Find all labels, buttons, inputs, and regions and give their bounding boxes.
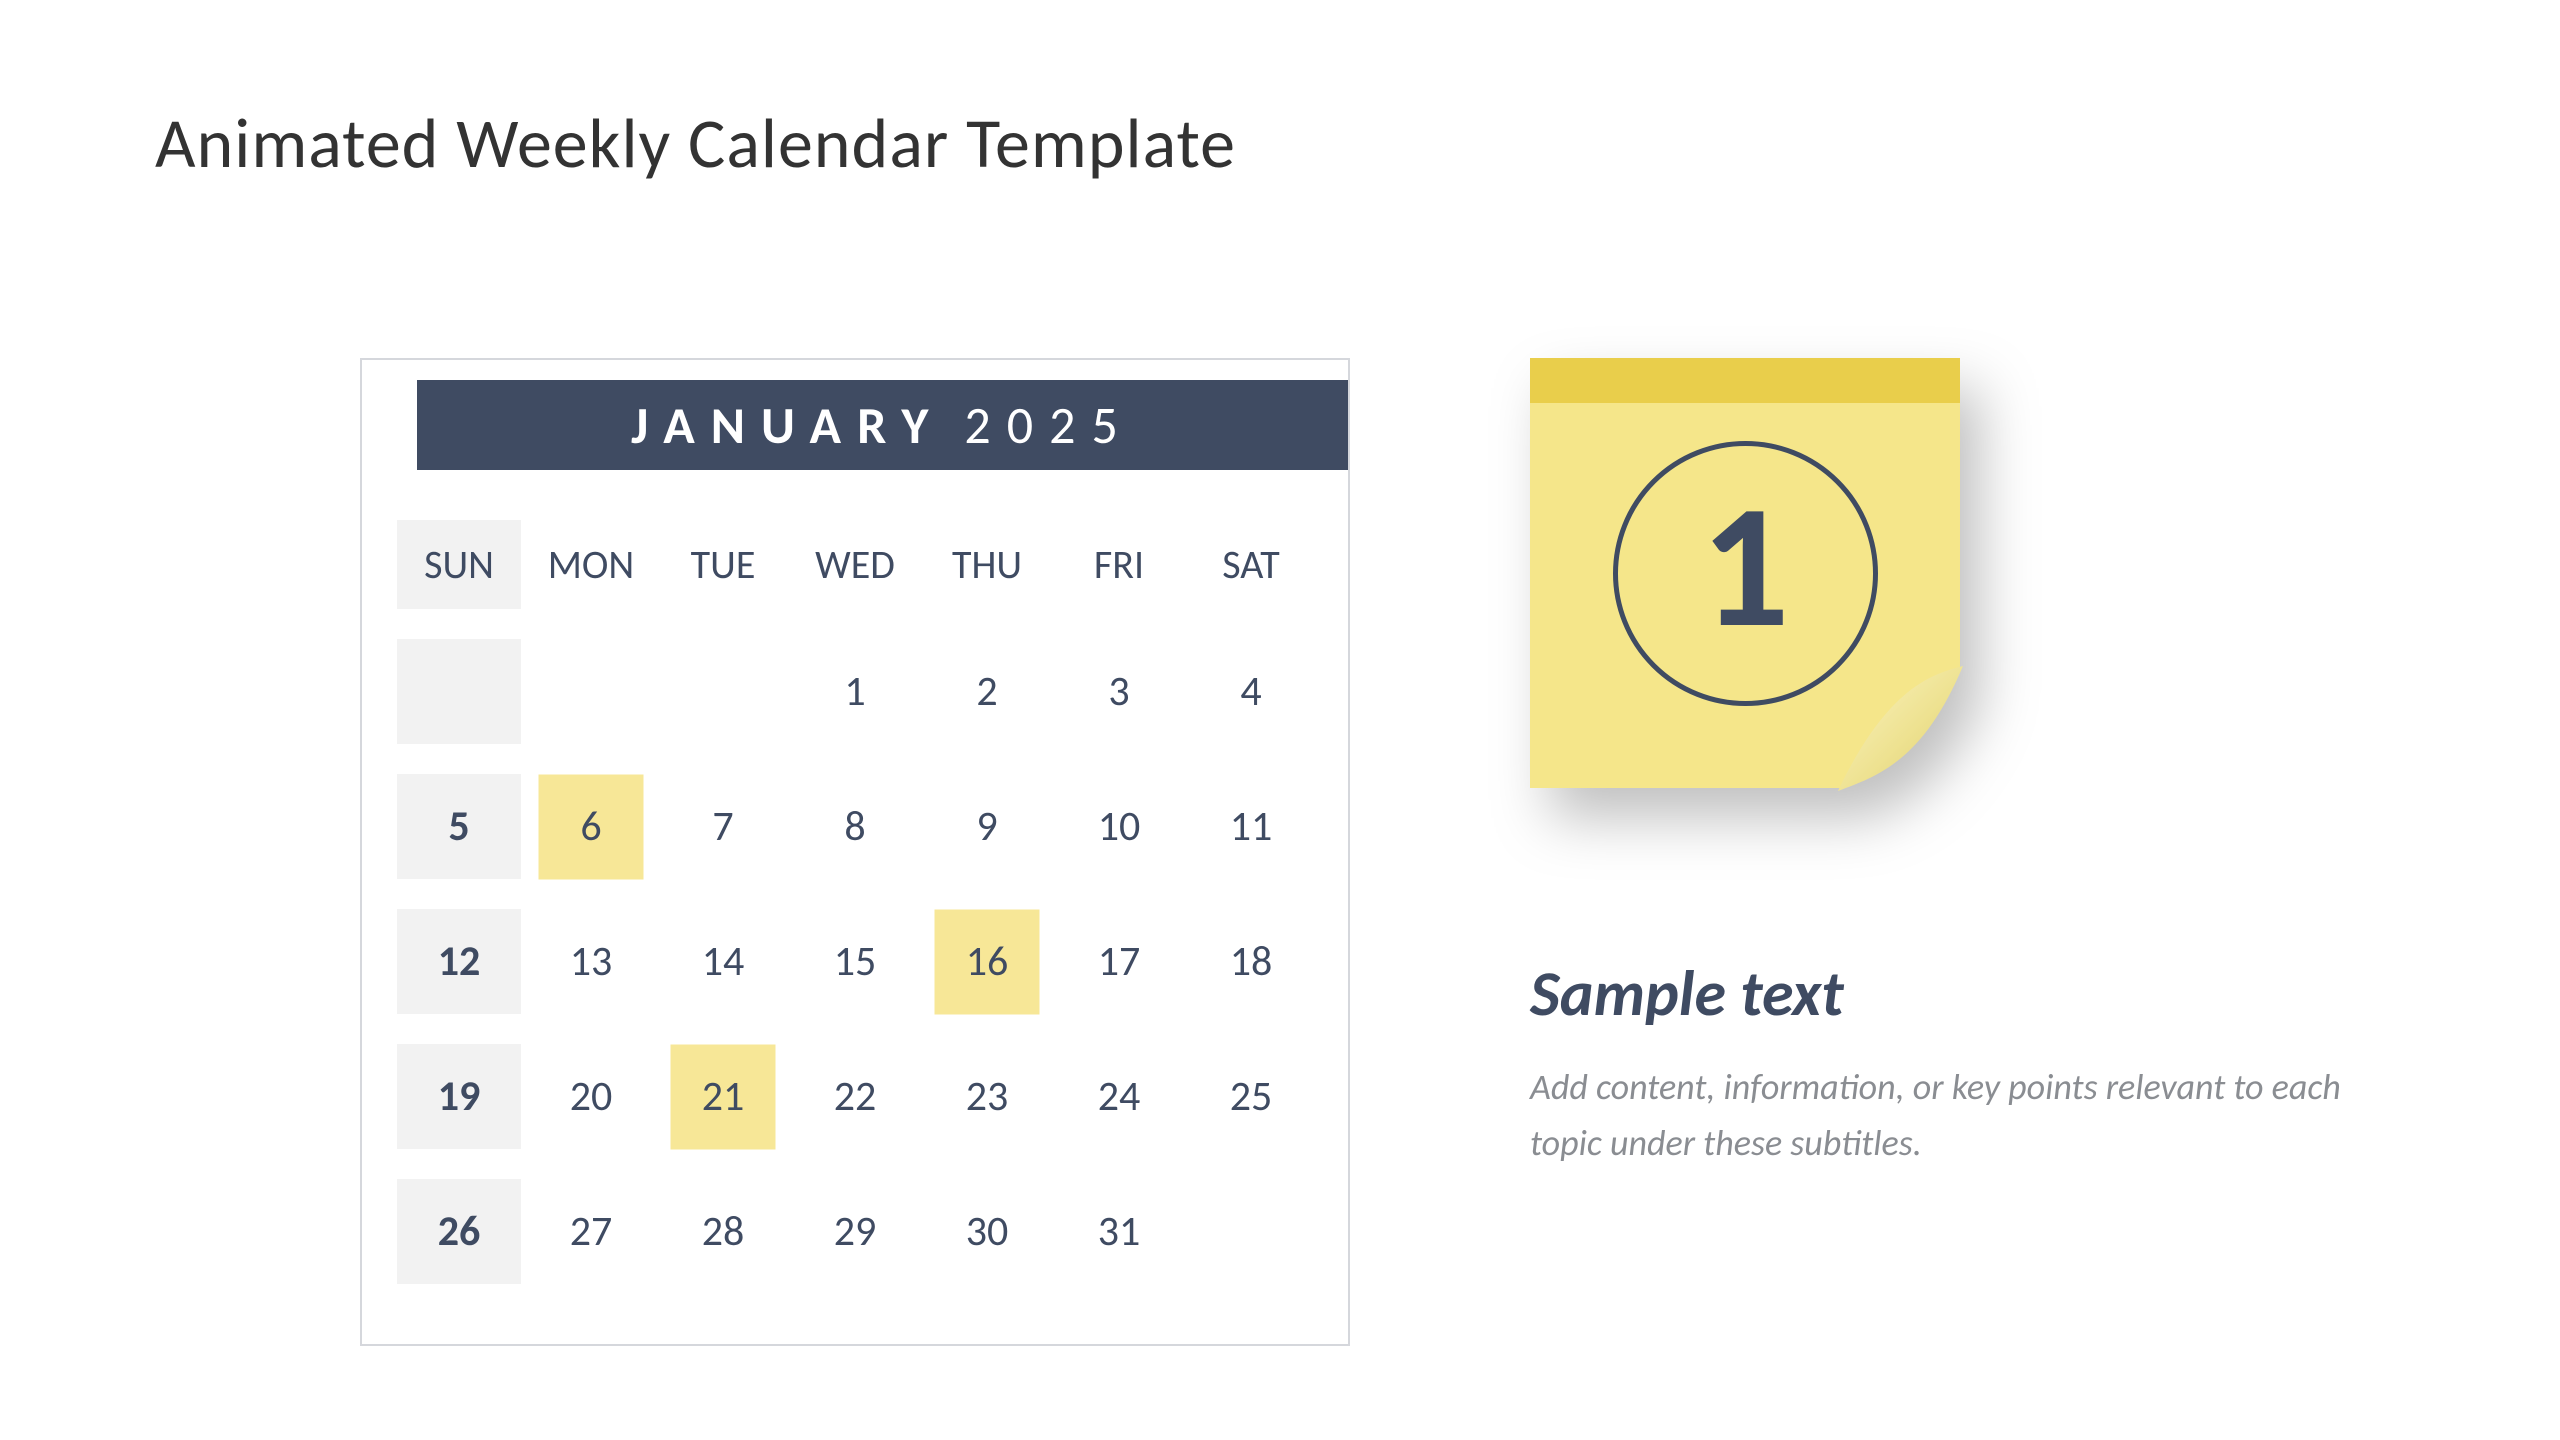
day-number: 27 — [570, 1206, 613, 1257]
day-cell: 12 — [397, 909, 521, 1014]
day-number: 24 — [1098, 1071, 1141, 1122]
day-cell: 9 — [925, 774, 1049, 879]
day-cell: 22 — [793, 1044, 917, 1149]
day-number: 6 — [580, 801, 601, 852]
day-cell — [529, 639, 653, 744]
calendar-month: JANUARY — [631, 393, 944, 457]
sticky-note-top-strip — [1530, 358, 1960, 403]
day-number: 23 — [966, 1071, 1009, 1122]
calendar-year: 2025 — [964, 393, 1133, 457]
day-header: SUN — [397, 520, 521, 609]
day-cell: 7 — [661, 774, 785, 879]
day-number: 7 — [712, 801, 733, 852]
day-number: 28 — [702, 1206, 745, 1257]
day-cell: 5 — [397, 774, 521, 879]
day-number: 30 — [966, 1206, 1009, 1257]
day-number: 25 — [1230, 1071, 1273, 1122]
sticky-note: 1 — [1530, 358, 1960, 788]
day-number: 29 — [834, 1206, 877, 1257]
day-number: 1 — [844, 666, 865, 717]
day-number: 3 — [1108, 666, 1129, 717]
day-number: 8 — [844, 801, 865, 852]
day-cell: 18 — [1189, 909, 1313, 1014]
day-cell: 1 — [793, 639, 917, 744]
day-cell: 14 — [661, 909, 785, 1014]
day-cell: 26 — [397, 1179, 521, 1284]
day-number: 5 — [448, 801, 469, 852]
day-cell: 2 — [925, 639, 1049, 744]
day-cell: 21 — [661, 1044, 785, 1149]
day-header: TUE — [661, 520, 785, 609]
day-cell: 31 — [1057, 1179, 1181, 1284]
day-cell: 13 — [529, 909, 653, 1014]
day-header: FRI — [1057, 520, 1181, 609]
day-number: 31 — [1098, 1206, 1141, 1257]
day-cell: 29 — [793, 1179, 917, 1284]
day-cell: 15 — [793, 909, 917, 1014]
day-cell — [661, 639, 785, 744]
day-cell: 6 — [529, 774, 653, 879]
day-cell: 25 — [1189, 1044, 1313, 1149]
day-cell: 8 — [793, 774, 917, 879]
day-cell: 24 — [1057, 1044, 1181, 1149]
day-number: 14 — [702, 936, 745, 987]
day-number: 13 — [570, 936, 613, 987]
day-number: 11 — [1230, 801, 1273, 852]
day-cell — [1189, 1179, 1313, 1284]
day-number: 22 — [834, 1071, 877, 1122]
day-cell: 20 — [529, 1044, 653, 1149]
day-cell: 10 — [1057, 774, 1181, 879]
calendar-grid: SUNMONTUEWEDTHUFRISAT1234567891011121314… — [397, 520, 1313, 1284]
slide: Animated Weekly Calendar Template JANUAR… — [0, 0, 2560, 1440]
note-body: Add content, information, or key points … — [1530, 1060, 2350, 1172]
day-cell: 27 — [529, 1179, 653, 1284]
calendar-header: JANUARY 2025 — [417, 380, 1348, 470]
note-title: Sample text — [1530, 955, 1844, 1033]
day-header: MON — [529, 520, 653, 609]
day-number: 19 — [438, 1071, 481, 1122]
day-number: 12 — [438, 936, 481, 987]
day-cell: 23 — [925, 1044, 1049, 1149]
sticky-note-number: 1 — [1701, 478, 1790, 653]
day-number: 4 — [1240, 666, 1261, 717]
day-header: THU — [925, 520, 1049, 609]
day-cell: 11 — [1189, 774, 1313, 879]
calendar-card: JANUARY 2025 SUNMONTUEWEDTHUFRISAT123456… — [360, 358, 1350, 1346]
sticky-note-curl-icon — [1838, 666, 1960, 788]
day-number: 2 — [976, 666, 997, 717]
day-number: 15 — [834, 936, 877, 987]
day-cell: 16 — [925, 909, 1049, 1014]
day-number: 18 — [1230, 936, 1273, 987]
day-header: SAT — [1189, 520, 1313, 609]
day-header: WED — [793, 520, 917, 609]
day-number: 17 — [1098, 936, 1141, 987]
day-cell: 19 — [397, 1044, 521, 1149]
day-number: 10 — [1098, 801, 1141, 852]
page-title: Animated Weekly Calendar Template — [155, 100, 1236, 186]
day-cell: 28 — [661, 1179, 785, 1284]
day-number: 16 — [966, 936, 1009, 987]
day-cell: 4 — [1189, 639, 1313, 744]
day-cell — [397, 639, 521, 744]
day-cell: 3 — [1057, 639, 1181, 744]
day-number: 20 — [570, 1071, 613, 1122]
day-number: 21 — [702, 1071, 745, 1122]
day-cell: 30 — [925, 1179, 1049, 1284]
day-number: 26 — [438, 1206, 481, 1257]
day-cell: 17 — [1057, 909, 1181, 1014]
day-number: 9 — [976, 801, 997, 852]
